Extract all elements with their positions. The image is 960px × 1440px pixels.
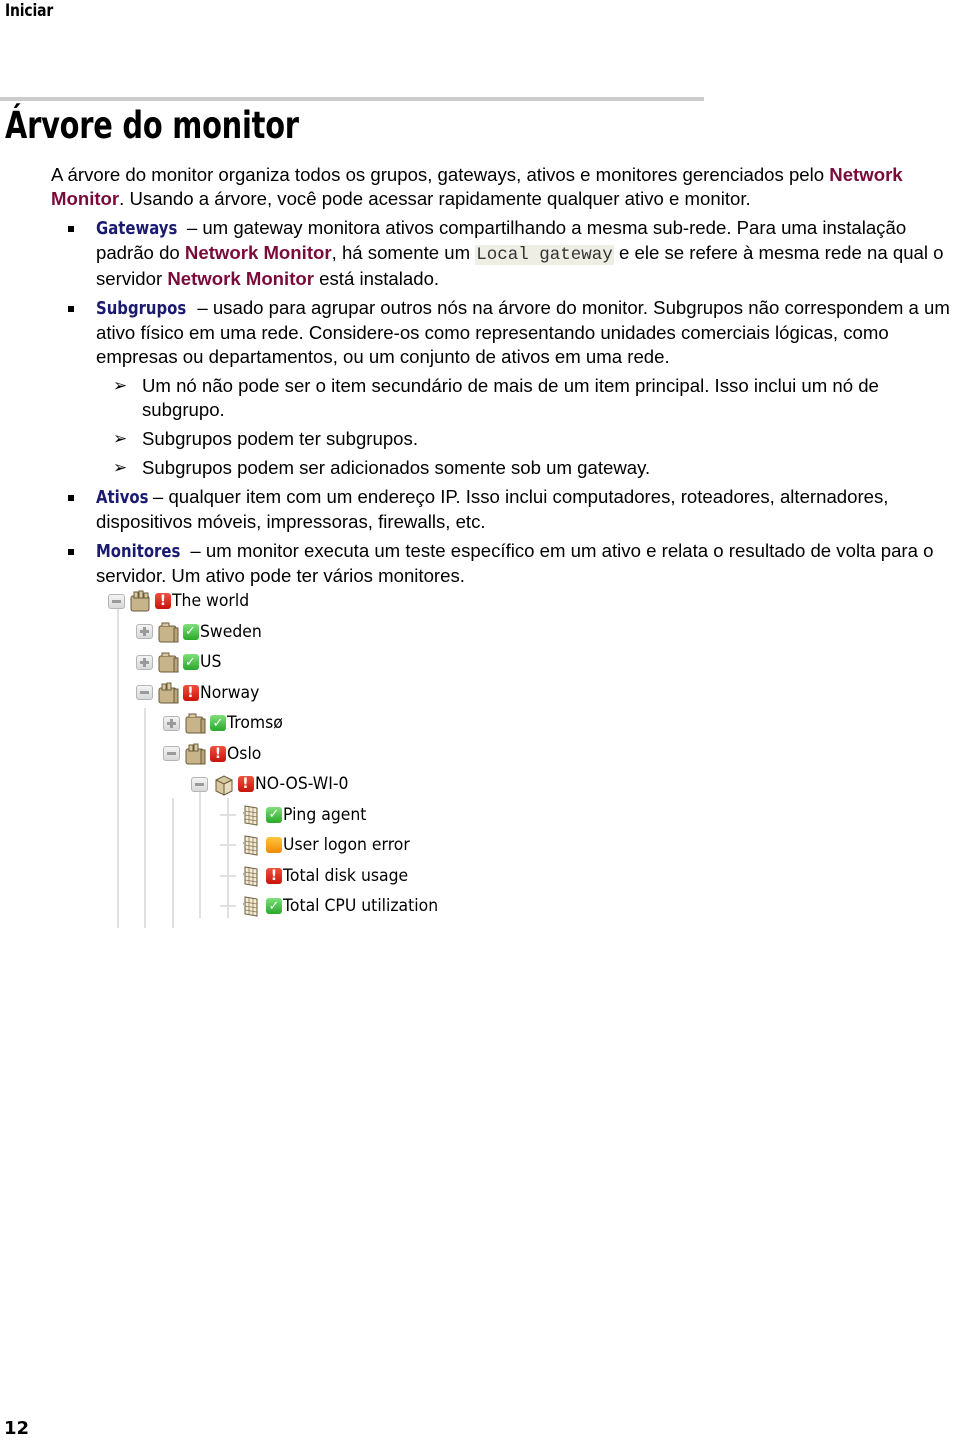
bullet-square-icon (68, 495, 74, 501)
tree-connector (220, 905, 236, 907)
arrow-bullet-icon: ➢ (113, 458, 128, 477)
status-error-icon: ! (182, 684, 199, 701)
collapse-toggle-icon[interactable] (163, 746, 180, 761)
product-name: Network Monitor (167, 268, 314, 289)
product-name: Network Monitor (184, 242, 332, 263)
status-ok-icon: ✓ (266, 898, 282, 914)
arrow-bullet-icon: ➢ (113, 429, 128, 448)
subitem-text: Subgrupos podem ter subgrupos. (142, 428, 418, 449)
tree-node[interactable]: ✓ Tromsø (163, 710, 288, 736)
tree-connector (220, 844, 236, 846)
tree-node[interactable]: User logon error (218, 832, 421, 858)
term-ativos: Ativos (96, 488, 149, 508)
expand-toggle-icon[interactable] (163, 715, 180, 731)
tree-guide-line (171, 798, 174, 928)
tree-node-label[interactable]: User logon error (283, 835, 410, 855)
tree-connector (220, 813, 236, 816)
tree-node[interactable]: ! Oslo (163, 741, 264, 767)
tree-node[interactable]: ! Total disk usage (218, 863, 419, 889)
intro-text-end: . Usando a árvore, você pode acessar rap… (119, 188, 751, 209)
tree-node-label[interactable]: Norway (200, 683, 259, 703)
title-rule (0, 97, 704, 101)
bullet-text: , há somente um (331, 242, 476, 263)
status-ok-icon: ✓ (266, 806, 282, 823)
tree-node[interactable]: ! NO-OS-WI-0 (190, 771, 357, 797)
bullet-text: está instalado. (314, 268, 440, 289)
tree-node-label[interactable]: Total disk usage (283, 866, 408, 886)
expand-toggle-icon[interactable] (135, 654, 153, 670)
status-ok-icon: ✓ (182, 654, 199, 670)
collapse-toggle-icon[interactable] (108, 593, 125, 609)
page-title: Árvore do monitor (5, 104, 299, 147)
bullet-ativos: Ativos – qualquer item com um endereço I… (51, 485, 956, 534)
asset-box-icon (212, 772, 236, 796)
tree-node[interactable]: ✓ Sweden (135, 619, 267, 645)
subitem: ➢ Subgrupos podem ser adicionados somente… (96, 456, 956, 480)
subitem-list: ➢ Um nó não pode ser o item secundário de… (96, 374, 956, 480)
arrow-bullet-icon: ➢ (113, 376, 128, 395)
bullet-monitores: Monitores – um monitor executa um teste … (51, 539, 956, 588)
tree-node[interactable]: ✓ Total CPU utilization (218, 893, 452, 919)
tree-node-label[interactable]: Sweden (200, 622, 262, 642)
folder-open-icon (157, 681, 181, 705)
term-monitores: Monitores (96, 542, 181, 562)
monitor-icon (240, 864, 264, 888)
monitor-icon (240, 833, 264, 857)
content: A árvore do monitor organiza todos os gr… (51, 163, 956, 588)
status-error-icon: ! (155, 593, 171, 609)
tree-guide-line (116, 603, 119, 928)
tree-node-label[interactable]: The world (172, 591, 249, 611)
tree-node-label[interactable]: NO-OS-WI-0 (255, 774, 348, 794)
intro-text: A árvore do monitor organiza todos os gr… (51, 164, 830, 185)
monitor-icon (240, 894, 264, 918)
status-ok-icon: ✓ (182, 623, 199, 640)
status-warning-icon (266, 837, 282, 853)
tree-guide-line (144, 708, 146, 928)
folder-icon (157, 650, 181, 674)
tree-connector (220, 874, 236, 877)
tree-node[interactable]: ✓ US (135, 649, 223, 675)
tree-node-label[interactable]: Tromsø (227, 713, 283, 733)
bullet-text: – qualquer item com um endereço IP. Isso… (96, 486, 889, 532)
bullet-square-icon (68, 226, 74, 232)
status-ok-icon: ✓ (210, 715, 226, 731)
term-subgrupos: Subgrupos (96, 299, 187, 319)
expand-toggle-icon[interactable] (135, 624, 153, 639)
tree-node[interactable]: ✓ Ping agent (218, 802, 374, 828)
term-gateways: Gateways (96, 219, 178, 239)
folder-open-icon (184, 742, 208, 766)
tree-guide-line (199, 788, 201, 918)
monitor-tree: ! The world ✓ Sweden ✓ US! Norway ✓ Tromsø! Oslo!… (108, 588, 508, 928)
monitor-icon (240, 803, 264, 827)
code-local-gateway: Local gateway (475, 245, 614, 265)
status-error-icon: ! (237, 776, 254, 792)
definition-list: Gateways – um gateway monitora ativos co… (51, 216, 956, 588)
bullet-gateways: Gateways – um gateway monitora ativos co… (51, 216, 956, 291)
subitem: ➢ Um nó não pode ser o item secundário de… (96, 374, 956, 422)
page-number: 12 (4, 1418, 30, 1439)
tree-node-label[interactable]: Ping agent (283, 805, 366, 825)
status-error-icon: ! (210, 745, 226, 762)
subitem: ➢ Subgrupos podem ter subgrupos. (96, 427, 956, 451)
tree-node-label[interactable]: US (200, 652, 221, 672)
subitem-text: Subgrupos podem ser adicionados somente … (142, 457, 651, 478)
bullet-square-icon (68, 549, 74, 555)
intro-paragraph: A árvore do monitor organiza todos os gr… (51, 163, 956, 211)
tree-node-label[interactable]: Oslo (227, 744, 261, 764)
bullet-square-icon (68, 306, 74, 312)
tree-node[interactable]: ! The world (108, 588, 256, 614)
status-error-icon: ! (266, 867, 282, 884)
folder-icon (157, 620, 181, 644)
bullet-text: – usado para agrupar outros nós na árvor… (96, 297, 950, 367)
collapse-toggle-icon[interactable] (190, 776, 208, 792)
collapse-toggle-icon[interactable] (135, 685, 153, 700)
section-header: Iniciar (5, 1, 54, 21)
bullet-subgrupos: Subgrupos – usado para agrupar outros nó… (51, 296, 956, 480)
tree-node[interactable]: ! Norway (135, 680, 265, 706)
folder-icon (184, 711, 208, 735)
subitem-text: Um nó não pode ser o item secundário de … (142, 375, 879, 420)
gateway-icon (129, 589, 153, 613)
tree-node-label[interactable]: Total CPU utilization (283, 896, 438, 916)
bullet-text: – um monitor executa um teste específico… (96, 540, 934, 586)
